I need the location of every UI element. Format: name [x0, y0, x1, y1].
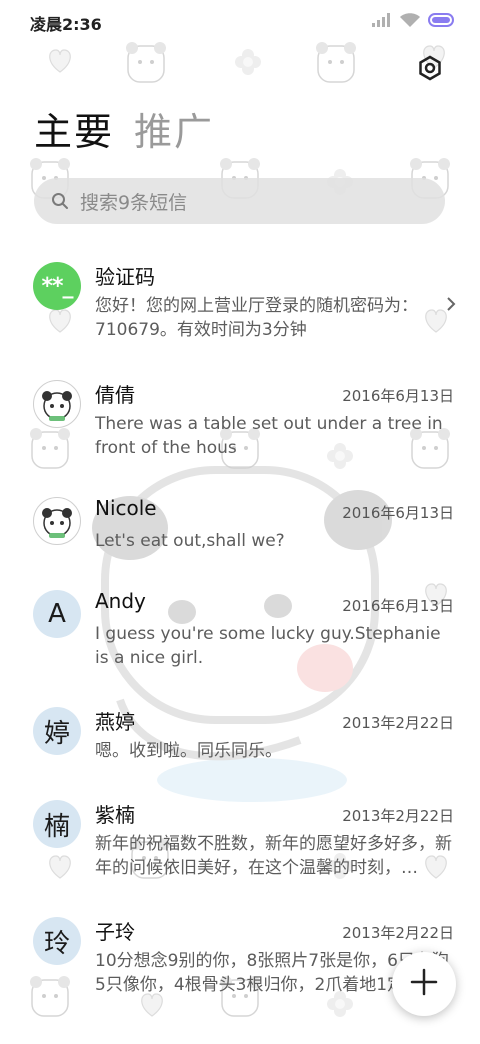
- status-bar: 凌晨2:36: [0, 0, 480, 40]
- avatar: [33, 497, 81, 545]
- avatar: 玲: [33, 917, 81, 965]
- settings-icon: [417, 55, 443, 85]
- message-preview: 嗯。收到啦。同乐同乐。: [95, 741, 282, 761]
- conversation-item-verification[interactable]: **_ 验证码 您好！您的网上营业厅登录的随机密码为：710679。有效时间为3…: [0, 258, 480, 368]
- conversation-item-andy[interactable]: A Andy 2016年6月13日 I guess you're some lu…: [0, 586, 480, 696]
- sender-name: 子玲: [95, 920, 135, 944]
- signal-icon: [372, 12, 392, 31]
- message-date: 2016年6月13日: [342, 387, 454, 405]
- sender-name: 验证码: [95, 265, 155, 289]
- message-date: 2013年2月22日: [342, 807, 454, 825]
- search-placeholder: 搜索9条短信: [80, 191, 188, 214]
- status-icons: [372, 12, 456, 31]
- sender-name: Andy: [95, 589, 146, 613]
- conversation-item-nicole[interactable]: Nicole 2016年6月13日 Let's eat out,shall we…: [0, 493, 480, 583]
- message-preview: 您好！您的网上营业厅登录的随机密码为：710679。有效时间为3分钟: [95, 296, 418, 340]
- panda-avatar-icon: [42, 391, 72, 421]
- avatar: **_: [33, 262, 81, 310]
- search-input[interactable]: 搜索9条短信: [34, 178, 445, 224]
- message-preview: I guess you're some lucky guy.Stephanie …: [95, 624, 441, 668]
- tab-promotions[interactable]: 推广: [134, 104, 214, 160]
- new-message-button[interactable]: [392, 952, 456, 1016]
- sender-name: 倩倩: [95, 383, 135, 407]
- status-time: 凌晨2:36: [30, 15, 102, 34]
- chevron-right-icon: [444, 296, 458, 311]
- message-date: 2016年6月13日: [342, 597, 454, 615]
- avatar: A: [33, 590, 81, 638]
- conversation-item-zinan[interactable]: 楠 紫楠 2013年2月22日 新年的祝福数不胜数，新年的愿望好多好多，新年的问…: [0, 796, 480, 906]
- tab-primary[interactable]: 主要: [34, 104, 114, 160]
- message-date: 2013年2月22日: [342, 714, 454, 732]
- tab-bar: 主要 推广: [34, 104, 214, 160]
- search-icon: [50, 191, 70, 211]
- avatar: 婷: [33, 707, 81, 755]
- sender-name: Nicole: [95, 496, 157, 520]
- battery-icon: [428, 12, 456, 31]
- avatar: 楠: [33, 800, 81, 848]
- message-preview: Let's eat out,shall we?: [95, 531, 285, 551]
- panda-avatar-icon: [42, 508, 72, 538]
- message-preview: 新年的祝福数不胜数，新年的愿望好多好多，新年的问候依旧美好，在这个温馨的时刻，…: [95, 834, 452, 878]
- message-date: 2016年6月13日: [342, 504, 454, 522]
- plus-icon: [409, 967, 439, 1001]
- sender-name: 燕婷: [95, 710, 135, 734]
- conversation-item-qianqian[interactable]: 倩倩 2016年6月13日 There was a table set out …: [0, 376, 480, 486]
- settings-button[interactable]: [414, 54, 446, 86]
- avatar: [33, 380, 81, 428]
- wifi-icon: [400, 12, 420, 31]
- message-preview: There was a table set out under a tree i…: [95, 414, 443, 458]
- sender-name: 紫楠: [95, 803, 135, 827]
- conversation-item-yanting[interactable]: 婷 燕婷 2013年2月22日 嗯。收到啦。同乐同乐。: [0, 703, 480, 793]
- message-date: 2013年2月22日: [342, 924, 454, 942]
